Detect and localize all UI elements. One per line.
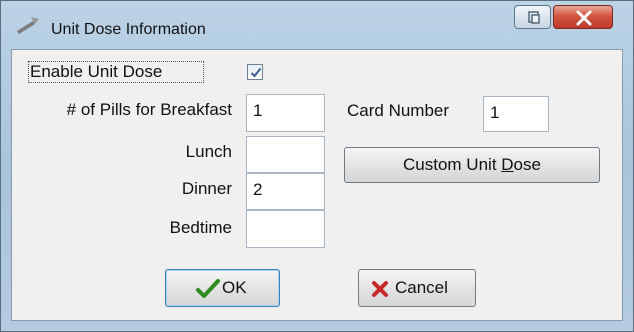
checkbox-check-icon — [250, 67, 262, 78]
custom-unit-dose-label-post: ose — [513, 155, 541, 174]
unit-dose-dialog: Unit Dose Information Enable Unit Dose #… — [0, 0, 634, 332]
dialog-body: Enable Unit Dose # of Pills for Breakfas… — [11, 49, 623, 321]
lunch-label: Lunch — [185, 142, 232, 161]
breakfast-label: # of Pills for Breakfast — [66, 100, 232, 119]
card-number-input[interactable]: 1 — [483, 96, 549, 132]
bedtime-input[interactable] — [246, 210, 325, 248]
lunch-input[interactable] — [246, 136, 325, 173]
close-icon — [576, 10, 592, 26]
dinner-input[interactable]: 2 — [246, 173, 325, 210]
breakfast-input[interactable]: 1 — [246, 94, 325, 132]
cancel-label: Cancel — [395, 278, 448, 297]
cancel-button[interactable]: Cancel — [358, 269, 476, 307]
checkmark-icon — [196, 279, 220, 298]
ok-button[interactable]: OK — [165, 269, 280, 307]
window-title: Unit Dose Information — [51, 21, 206, 38]
x-icon — [372, 281, 388, 297]
close-button[interactable] — [553, 5, 613, 29]
enable-unit-dose-checkbox[interactable] — [247, 64, 263, 80]
bedtime-label: Bedtime — [169, 218, 232, 237]
custom-unit-dose-label-pre: Custom Unit — [403, 155, 502, 174]
restore-button[interactable] — [514, 5, 551, 29]
pill-dispenser-icon — [17, 17, 39, 34]
dinner-label: Dinner — [181, 179, 232, 198]
custom-unit-dose-button[interactable]: Custom Unit Dose — [344, 147, 600, 183]
card-number-label: Card Number — [347, 101, 450, 120]
enable-unit-dose-label[interactable]: Enable Unit Dose — [30, 62, 162, 82]
restore-icon — [528, 11, 540, 24]
ok-label: OK — [222, 278, 247, 297]
custom-unit-dose-mnemonic: D — [501, 155, 514, 174]
title-bar[interactable]: Unit Dose Information — [1, 1, 633, 45]
